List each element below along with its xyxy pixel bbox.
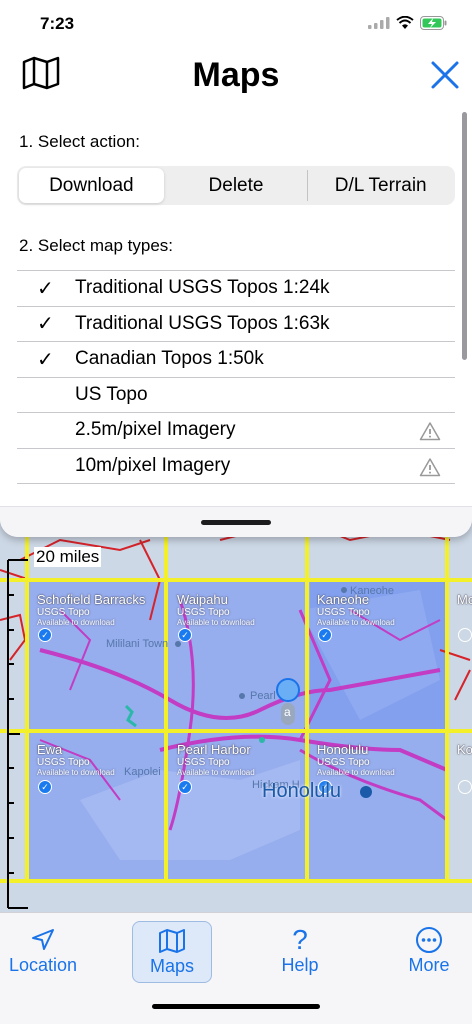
warning-icon[interactable] [419, 421, 441, 441]
checkmark-icon: ✓ [37, 348, 54, 371]
tile-status: Available to download [37, 618, 115, 627]
map-type-row[interactable]: ✓ Traditional USGS Topos 1:24k [17, 271, 455, 307]
scale-label: 20 miles [34, 547, 102, 567]
map-types-section-label: 2. Select map types: [19, 236, 174, 255]
edge-tile-label: Ko [457, 742, 472, 757]
tab-location[interactable]: Location [3, 921, 83, 983]
tab-label: Maps [149, 956, 194, 976]
signal-icon [368, 17, 390, 29]
place-label-large: Honolulu [262, 780, 341, 802]
map-type-label: Traditional USGS Topos 1:63k [75, 312, 330, 334]
map-icon [159, 929, 185, 953]
tile-name: Pearl Harbor [177, 742, 251, 757]
status-bar: 7:23 [0, 0, 472, 46]
map-types-list: ✓ Traditional USGS Topos 1:24k ✓ Traditi… [17, 270, 455, 484]
place-label: Kaneohe [350, 585, 395, 597]
tile-series: USGS Topo [317, 607, 370, 618]
tab-more[interactable]: More [389, 921, 469, 983]
page-title: Maps [192, 56, 280, 94]
warning-icon[interactable] [419, 457, 441, 477]
tile-series: USGS Topo [317, 757, 370, 768]
map-type-label: US Topo [75, 383, 148, 405]
empty-circle-icon [458, 780, 472, 794]
marker-letter: a [284, 705, 291, 719]
tile-status: Available to download [177, 768, 255, 777]
map-type-row[interactable]: US Topo [17, 378, 455, 413]
battery-charging-icon [420, 16, 447, 30]
scrollbar[interactable] [462, 112, 467, 360]
tile-series: USGS Topo [177, 607, 230, 618]
map-type-label: Canadian Topos 1:50k [75, 348, 264, 370]
checkmark-icon: ✓ [318, 628, 332, 642]
edge-tile-label: Mo [457, 592, 472, 607]
map-type-row[interactable]: 2.5m/pixel Imagery [17, 413, 455, 449]
tab-maps[interactable]: Maps [132, 921, 212, 983]
tab-label: Help [281, 955, 319, 975]
map-type-row[interactable]: ✓ Canadian Topos 1:50k [17, 342, 455, 378]
ellipsis-circle-icon [416, 927, 442, 953]
action-section-label: 1. Select action: [19, 132, 140, 151]
close-icon[interactable] [430, 60, 460, 90]
map-type-row[interactable]: ✓ Traditional USGS Topos 1:63k [17, 307, 455, 342]
place-label: Kapolei [124, 766, 161, 778]
tab-label: More [408, 955, 450, 975]
wifi-icon [396, 16, 414, 29]
question-icon: ? [292, 924, 308, 955]
tile-name: Waipahu [177, 592, 228, 607]
segment-delete[interactable]: Delete [164, 168, 309, 203]
location-arrow-icon [32, 929, 54, 950]
segment-download[interactable]: Download [19, 168, 164, 203]
place-label: Mililani Town [106, 638, 169, 650]
segment-divider [307, 170, 308, 201]
tile-series: USGS Topo [177, 757, 230, 768]
checkmark-icon: ✓ [37, 313, 54, 336]
checkmark-icon: ✓ [38, 628, 52, 642]
checkmark-icon: ✓ [38, 780, 52, 794]
map-type-label: 10m/pixel Imagery [75, 454, 231, 476]
tile-name: Ewa [37, 742, 63, 757]
checkmark-icon: ✓ [37, 277, 54, 300]
action-segmented-control[interactable]: Download Delete D/L Terrain [17, 166, 455, 205]
map-type-label: 2.5m/pixel Imagery [75, 419, 236, 441]
tile-status: Available to download [37, 768, 115, 777]
checkmark-icon: ✓ [178, 780, 192, 794]
tile-name: Honolulu [317, 742, 369, 757]
tile-series: USGS Topo [37, 607, 90, 618]
home-indicator [152, 1004, 320, 1009]
map-type-row[interactable]: 10m/pixel Imagery [17, 449, 455, 484]
segment-dl-terrain[interactable]: D/L Terrain [308, 168, 453, 203]
empty-circle-icon [458, 628, 472, 642]
maps-sheet: 7:23 Maps 1. Select action: Download Del… [0, 0, 472, 537]
tile-series: USGS Topo [37, 757, 90, 768]
map-type-label: Traditional USGS Topos 1:24k [75, 277, 330, 299]
tile-name: Schofield Barracks [37, 592, 146, 607]
tile-status: Available to download [317, 768, 395, 777]
checkmark-icon: ✓ [178, 628, 192, 642]
place-label: Pearl [250, 690, 276, 702]
status-time: 7:23 [40, 14, 75, 33]
tab-label: Location [8, 955, 78, 975]
sheet-grabber[interactable] [201, 520, 271, 525]
tile-status: Available to download [317, 618, 395, 627]
tab-help[interactable]: ? Help [260, 921, 340, 983]
tile-status: Available to download [177, 618, 255, 627]
